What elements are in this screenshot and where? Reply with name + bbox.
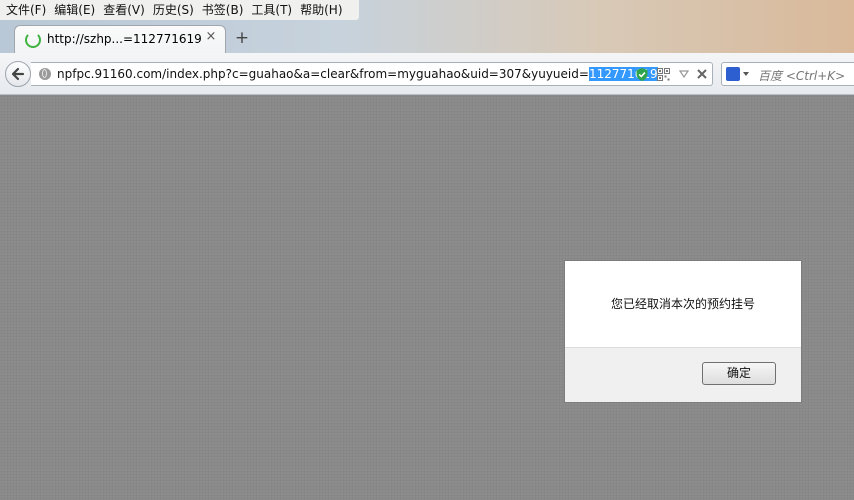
- dialog-footer: 确定: [565, 347, 801, 402]
- navigation-bar: npfpc.91160.com/index.php?c=guahao&a=cle…: [0, 53, 854, 95]
- dropdown-arrow-icon[interactable]: [679, 70, 689, 78]
- close-tab-icon[interactable]: ×: [204, 30, 218, 44]
- search-input[interactable]: 百度 <Ctrl+K>: [721, 62, 854, 86]
- new-tab-button[interactable]: +: [234, 29, 250, 47]
- alert-dialog: 您已经取消本次的预约挂号 确定: [564, 260, 802, 403]
- browser-window: 文件(F) 编辑(E) 查看(V) 历史(S) 书签(B) 工具(T) 帮助(H…: [0, 0, 854, 500]
- browser-tab[interactable]: http://szhp...=112771619 ×: [14, 25, 226, 53]
- url-text[interactable]: npfpc.91160.com/index.php?c=guahao&a=cle…: [57, 67, 658, 81]
- url-prefix: npfpc.91160.com/index.php?c=guahao&a=cle…: [57, 67, 589, 81]
- globe-icon: [39, 68, 51, 80]
- baidu-paw-icon[interactable]: [726, 67, 740, 81]
- menu-view[interactable]: 查看(V): [99, 0, 149, 20]
- menu-bar: 文件(F) 编辑(E) 查看(V) 历史(S) 书签(B) 工具(T) 帮助(H…: [0, 0, 359, 20]
- tab-title: http://szhp...=112771619: [47, 32, 202, 46]
- search-placeholder: 百度 <Ctrl+K>: [758, 69, 846, 83]
- back-arrow-icon: [11, 67, 25, 81]
- address-bar[interactable]: npfpc.91160.com/index.php?c=guahao&a=cle…: [31, 62, 713, 86]
- shield-check-icon[interactable]: [635, 67, 649, 82]
- qr-code-icon[interactable]: [657, 68, 670, 81]
- menu-bookmarks[interactable]: 书签(B): [198, 0, 248, 20]
- browser-toolbar-background: 文件(F) 编辑(E) 查看(V) 历史(S) 书签(B) 工具(T) 帮助(H…: [0, 0, 854, 53]
- ok-button[interactable]: 确定: [702, 362, 776, 385]
- back-button[interactable]: [5, 61, 31, 87]
- dialog-message: 您已经取消本次的预约挂号: [610, 297, 755, 311]
- chevron-down-icon[interactable]: [743, 72, 749, 76]
- menu-help[interactable]: 帮助(H): [296, 0, 346, 20]
- menu-history[interactable]: 历史(S): [149, 0, 198, 20]
- loading-spinner-icon: [25, 32, 41, 48]
- menu-edit[interactable]: 编辑(E): [50, 0, 99, 20]
- menu-tools[interactable]: 工具(T): [247, 0, 296, 20]
- menu-file[interactable]: 文件(F): [2, 0, 50, 20]
- stop-icon[interactable]: [696, 68, 708, 80]
